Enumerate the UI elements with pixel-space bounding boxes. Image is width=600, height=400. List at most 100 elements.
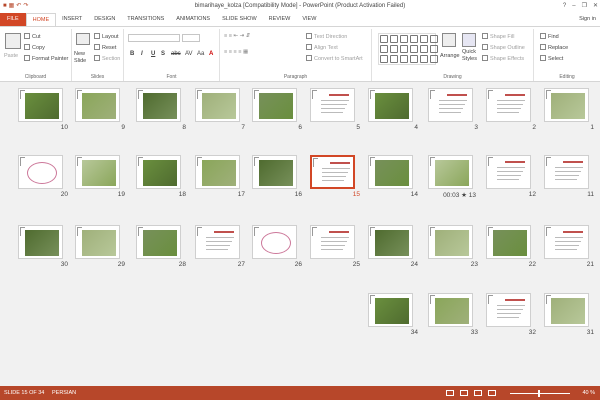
copy-button[interactable]: Copy	[24, 44, 45, 52]
slide-thumbnail[interactable]	[544, 225, 589, 259]
bold-button[interactable]: B	[130, 51, 134, 57]
section-button[interactable]: Section	[94, 55, 120, 63]
slide-thumbnail[interactable]	[136, 88, 181, 122]
shapes-gallery[interactable]	[378, 33, 438, 65]
help-button[interactable]: ?	[563, 0, 566, 13]
font-color-button[interactable]: A	[209, 51, 213, 57]
quick-styles-button[interactable]: Quick Styles	[462, 49, 480, 63]
shape-icon[interactable]	[430, 55, 438, 63]
save-icon[interactable]: ▦	[9, 0, 15, 13]
close-button[interactable]: ✕	[593, 0, 598, 13]
new-slide-icon[interactable]	[76, 33, 90, 45]
slide-thumbnail[interactable]	[75, 88, 120, 122]
tab-insert[interactable]: INSERT	[56, 13, 88, 26]
underline-button[interactable]: U	[151, 51, 155, 57]
minimize-button[interactable]: –	[572, 0, 575, 13]
tab-review[interactable]: REVIEW	[263, 13, 297, 26]
slide-thumbnail[interactable]	[136, 155, 181, 189]
change-case-button[interactable]: Aa	[197, 51, 204, 57]
slide-thumbnail[interactable]	[428, 225, 473, 259]
shape-icon[interactable]	[380, 35, 388, 43]
arrange-button[interactable]: Arrange	[440, 53, 460, 60]
shape-icon[interactable]	[400, 55, 408, 63]
restore-button[interactable]: ❐	[582, 0, 587, 13]
arrange-icon[interactable]	[442, 33, 456, 47]
shape-outline-button[interactable]: Shape Outline	[482, 44, 525, 52]
slide-thumbnail[interactable]	[486, 88, 531, 122]
undo-icon[interactable]: ↶	[16, 0, 21, 13]
align-text-button[interactable]: Align Text	[306, 44, 338, 52]
slide-thumbnail[interactable]	[75, 155, 120, 189]
paste-icon[interactable]	[5, 33, 21, 49]
font-size-combo[interactable]	[182, 34, 200, 42]
zoom-level[interactable]: 40 %	[582, 386, 595, 400]
slide-thumbnail[interactable]	[310, 225, 355, 259]
paste-button[interactable]: Paste	[4, 53, 18, 60]
cut-button[interactable]: Cut	[24, 33, 41, 41]
new-slide-button[interactable]: New Slide	[74, 51, 92, 65]
font-name-combo[interactable]	[128, 34, 180, 42]
slide-thumbnail[interactable]	[486, 293, 531, 327]
redo-icon[interactable]: ↷	[23, 0, 28, 13]
slide-thumbnail[interactable]	[368, 225, 413, 259]
shape-effects-button[interactable]: Shape Effects	[482, 55, 524, 63]
slide-thumbnail[interactable]	[544, 155, 589, 189]
shape-icon[interactable]	[410, 35, 418, 43]
tab-home[interactable]: HOME	[25, 13, 57, 26]
align-buttons[interactable]: ≡ ≡ ≡ ≡ ▦	[224, 49, 248, 56]
language-indicator[interactable]: PERSIAN	[52, 386, 76, 400]
list-buttons[interactable]: ≡ ≡ ⇤ ⇥ ⇵	[224, 33, 250, 40]
slide-thumbnail[interactable]	[428, 293, 473, 327]
character-spacing-button[interactable]: AV	[185, 51, 193, 57]
slide-thumbnail[interactable]	[195, 155, 240, 189]
format-painter-button[interactable]: Format Painter	[24, 55, 68, 63]
shape-icon[interactable]	[430, 45, 438, 53]
slide-thumbnail[interactable]	[195, 88, 240, 122]
tab-transitions[interactable]: TRANSITIONS	[121, 13, 170, 26]
sign-in-link[interactable]: Sign in	[579, 13, 596, 26]
shadow-button[interactable]: S	[161, 51, 165, 57]
slide-thumbnail[interactable]	[544, 293, 589, 327]
text-direction-button[interactable]: Text Direction	[306, 33, 347, 41]
tab-slide-show[interactable]: SLIDE SHOW	[216, 13, 263, 26]
strikethrough-button[interactable]: abc	[171, 51, 181, 57]
find-button[interactable]: Find	[540, 33, 559, 41]
zoom-slider-thumb[interactable]	[538, 390, 540, 397]
reading-view-icon[interactable]	[474, 390, 482, 396]
shape-icon[interactable]	[420, 55, 428, 63]
italic-button[interactable]: I	[141, 51, 143, 57]
slide-show-view-icon[interactable]	[488, 390, 496, 396]
slide-thumbnail[interactable]	[428, 88, 473, 122]
layout-button[interactable]: Layout	[94, 33, 119, 41]
reset-button[interactable]: Reset	[94, 44, 116, 52]
replace-button[interactable]: Replace	[540, 44, 568, 52]
slide-thumbnail[interactable]	[310, 155, 355, 189]
slide-thumbnail[interactable]	[252, 88, 297, 122]
shape-icon[interactable]	[390, 35, 398, 43]
shape-icon[interactable]	[410, 55, 418, 63]
slide-thumbnail[interactable]	[252, 155, 297, 189]
tab-view[interactable]: VIEW	[296, 13, 322, 26]
normal-view-icon[interactable]	[446, 390, 454, 396]
shape-icon[interactable]	[420, 45, 428, 53]
slide-thumbnail[interactable]	[486, 155, 531, 189]
slide-thumbnail[interactable]	[18, 155, 63, 189]
tab-animations[interactable]: ANIMATIONS	[170, 13, 216, 26]
slide-thumbnail[interactable]	[428, 155, 473, 189]
slide-thumbnail[interactable]	[252, 225, 297, 259]
zoom-slider[interactable]	[510, 393, 570, 394]
tab-design[interactable]: DESIGN	[88, 13, 121, 26]
shape-icon[interactable]	[390, 45, 398, 53]
shape-fill-button[interactable]: Shape Fill	[482, 33, 514, 41]
quick-styles-icon[interactable]	[462, 33, 476, 47]
select-button[interactable]: Select	[540, 55, 563, 63]
slide-thumbnail[interactable]	[136, 225, 181, 259]
shape-icon[interactable]	[390, 55, 398, 63]
tab-file[interactable]: FILE	[0, 13, 26, 26]
shape-icon[interactable]	[420, 35, 428, 43]
convert-smartart-button[interactable]: Convert to SmartArt	[306, 55, 363, 63]
shape-icon[interactable]	[400, 45, 408, 53]
slide-thumbnail[interactable]	[18, 88, 63, 122]
shape-icon[interactable]	[410, 45, 418, 53]
slide-thumbnail[interactable]	[544, 88, 589, 122]
